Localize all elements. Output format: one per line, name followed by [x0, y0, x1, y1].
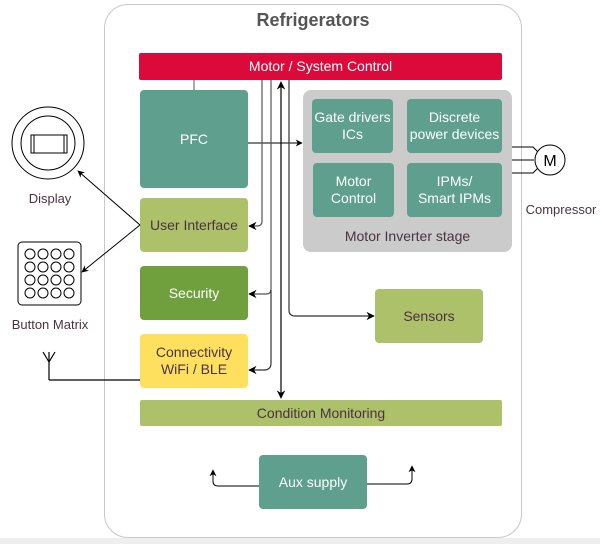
matrix-button-circle: [50, 261, 62, 273]
motor-symbol: M: [543, 153, 556, 170]
matrix-button-circle: [37, 261, 49, 273]
matrix-button-circle: [24, 248, 36, 260]
matrix-button-circle: [63, 261, 75, 273]
matrix-button-circle: [37, 248, 49, 260]
matrix-button-circle: [24, 274, 36, 286]
connections-layer: M: [11, 80, 566, 487]
motor-icon: M: [534, 144, 566, 176]
matrix-button-circle: [37, 274, 49, 286]
matrix-button-circle: [63, 248, 75, 260]
matrix-button-circle: [50, 274, 62, 286]
compressor-lines: [512, 146, 539, 174]
matrix-button-circle: [63, 287, 75, 299]
control-to-security-arrow: [248, 80, 272, 299]
ui-to-display-arrow: [77, 170, 141, 226]
control-to-ui-arrow: [248, 80, 263, 231]
control-to-connectivity-arrow: [248, 290, 272, 375]
aux-right-arrow: [367, 465, 416, 485]
matrix-button-circle: [50, 287, 62, 299]
antenna-icon: [42, 351, 140, 381]
matrix-button-circle: [63, 274, 75, 286]
display-icon: [11, 106, 85, 180]
matrix-button-circle: [37, 287, 49, 299]
matrix-button-circle: [24, 287, 36, 299]
aux-left-arrow: [209, 469, 259, 487]
matrix-button-circle: [24, 261, 36, 273]
control-to-sensors-arrow: [288, 80, 375, 321]
matrix-button-circle: [50, 248, 62, 260]
button-matrix-icon: [17, 241, 82, 306]
ui-to-button-matrix-arrow: [81, 224, 141, 273]
